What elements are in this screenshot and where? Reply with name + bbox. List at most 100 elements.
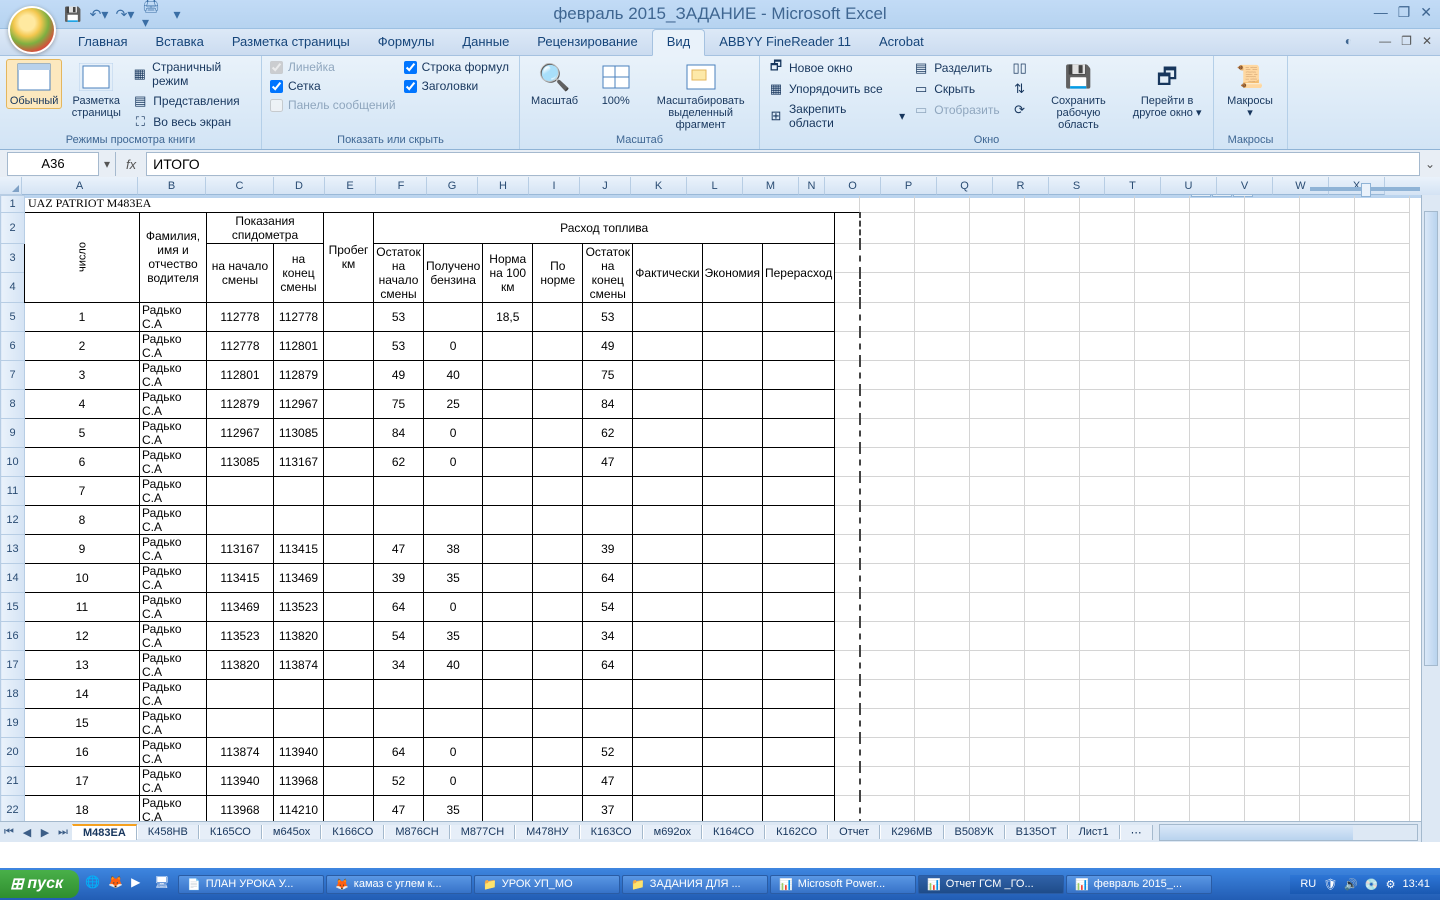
sheet-tab[interactable]: Отчет bbox=[828, 825, 880, 839]
col-header[interactable]: L bbox=[687, 177, 743, 195]
col-header[interactable]: S bbox=[1049, 177, 1105, 195]
tab-nav-first-icon[interactable]: ⏮ bbox=[0, 826, 18, 839]
view-page-layout-button[interactable]: Разметка страницы bbox=[66, 59, 126, 121]
ribbon-tab[interactable]: Вставка bbox=[141, 30, 217, 55]
col-header[interactable]: R bbox=[993, 177, 1049, 195]
ribbon-tab[interactable]: Главная bbox=[64, 30, 141, 55]
col-header[interactable]: E bbox=[325, 177, 376, 195]
col-header[interactable]: B bbox=[138, 177, 206, 195]
zoom-button[interactable]: 🔍Масштаб bbox=[526, 59, 583, 109]
formula-bar-checkbox[interactable]: Строка формул bbox=[402, 59, 511, 75]
qat-customize-icon[interactable]: ▾ bbox=[168, 5, 186, 23]
doc-close-icon[interactable]: ✕ bbox=[1422, 34, 1432, 48]
sheet-tab[interactable]: К458НВ bbox=[137, 825, 199, 839]
save-icon[interactable]: 💾 bbox=[64, 5, 82, 23]
sheet-tab[interactable]: К164СО bbox=[702, 825, 765, 839]
close-icon[interactable]: ✕ bbox=[1420, 4, 1432, 21]
desktop-icon[interactable]: 🖥 bbox=[154, 875, 172, 893]
full-screen-button[interactable]: ⛶Во весь экран bbox=[130, 113, 255, 131]
save-workspace-button[interactable]: 💾Сохранить рабочую область bbox=[1034, 59, 1124, 133]
player-icon[interactable]: ▶ bbox=[131, 875, 149, 893]
firefox-icon[interactable]: 🦊 bbox=[108, 875, 126, 893]
col-header[interactable]: J bbox=[580, 177, 631, 195]
ribbon-tab[interactable]: Рецензирование bbox=[523, 30, 651, 55]
taskbar-item[interactable]: 📁УРОК УП_МО bbox=[474, 875, 620, 894]
col-header[interactable]: N bbox=[799, 177, 825, 195]
fx-button[interactable]: fx bbox=[116, 157, 146, 172]
col-header[interactable]: A bbox=[22, 177, 138, 195]
sheet-tab[interactable]: Лист1 bbox=[1068, 825, 1120, 839]
col-header[interactable]: W bbox=[1273, 177, 1329, 195]
side-by-side-button[interactable]: ▯▯ bbox=[1010, 59, 1030, 77]
headings-checkbox[interactable]: Заголовки bbox=[402, 78, 511, 94]
ribbon-tab[interactable]: Разметка страницы bbox=[218, 30, 364, 55]
tab-nav-last-icon[interactable]: ⏭ bbox=[54, 826, 72, 839]
sheet-tab[interactable]: В135ОТ bbox=[1005, 825, 1068, 839]
sheet-tab[interactable]: М877СН bbox=[450, 825, 515, 839]
clock[interactable]: 13:41 bbox=[1402, 878, 1430, 890]
doc-minimize-icon[interactable]: ― bbox=[1379, 34, 1391, 48]
macros-button[interactable]: 📜Макросы▾ bbox=[1220, 59, 1280, 121]
redo-icon[interactable]: ↷▾ bbox=[116, 5, 134, 23]
select-all-button[interactable] bbox=[0, 177, 22, 195]
col-header[interactable]: O bbox=[825, 177, 881, 195]
name-box[interactable]: A36 bbox=[7, 152, 99, 176]
vertical-scrollbar[interactable] bbox=[1421, 195, 1440, 842]
sheet-tab[interactable]: м645ох bbox=[262, 825, 321, 839]
taskbar-item[interactable]: 📊Отчет ГСМ _ГО... bbox=[918, 875, 1064, 894]
col-header[interactable]: V bbox=[1217, 177, 1273, 195]
taskbar-item[interactable]: 📄ПЛАН УРОКА У... bbox=[178, 875, 324, 894]
tab-nav-next-icon[interactable]: ▶ bbox=[36, 826, 54, 839]
tab-nav-prev-icon[interactable]: ◀ bbox=[18, 826, 36, 839]
insert-sheet-icon[interactable]: ⋯ bbox=[1120, 825, 1153, 840]
col-header[interactable]: G bbox=[427, 177, 478, 195]
ribbon-tab[interactable]: Вид bbox=[652, 29, 706, 56]
hide-button[interactable]: ▭Скрыть bbox=[911, 80, 1001, 98]
sheet-tab[interactable]: М478НУ bbox=[515, 825, 579, 839]
col-header[interactable]: D bbox=[274, 177, 325, 195]
maximize-icon[interactable]: ❐ bbox=[1398, 4, 1411, 21]
col-header[interactable]: K bbox=[631, 177, 687, 195]
tray-icon[interactable]: 🔊 bbox=[1344, 878, 1358, 891]
sheet-tab[interactable]: В508УК bbox=[944, 825, 1005, 839]
zoom-to-selection-button[interactable]: Масштабировать выделенный фрагмент bbox=[648, 59, 753, 133]
view-normal-button[interactable]: Обычный bbox=[6, 59, 62, 109]
sheet-tab[interactable]: К165СО bbox=[199, 825, 262, 839]
sheet-tab[interactable]: М876СН bbox=[384, 825, 449, 839]
sheet-tab[interactable]: К166СО bbox=[321, 825, 384, 839]
lang-indicator[interactable]: RU bbox=[1300, 878, 1316, 890]
horizontal-scrollbar[interactable] bbox=[1159, 824, 1418, 841]
arrange-all-button[interactable]: ▦Упорядочить все bbox=[766, 80, 907, 98]
col-header[interactable]: M bbox=[743, 177, 799, 195]
sheet-tab[interactable]: м692ох bbox=[643, 825, 702, 839]
help-icon[interactable]: ◐ bbox=[1345, 34, 1352, 48]
tray-icon[interactable]: 💿 bbox=[1365, 878, 1379, 891]
reset-window-button[interactable]: ⟳ bbox=[1010, 101, 1030, 119]
col-header[interactable]: I bbox=[529, 177, 580, 195]
start-button[interactable]: ⊞пуск bbox=[0, 870, 79, 898]
doc-restore-icon[interactable]: ❐ bbox=[1401, 34, 1412, 48]
ribbon-tab[interactable]: ABBYY FineReader 11 bbox=[705, 30, 865, 55]
zoom-100-button[interactable]: 100% bbox=[587, 59, 644, 109]
ie-icon[interactable]: 🌐 bbox=[85, 875, 103, 893]
col-header[interactable]: X bbox=[1329, 177, 1385, 195]
col-header[interactable]: H bbox=[478, 177, 529, 195]
ribbon-tab[interactable]: Данные bbox=[448, 30, 523, 55]
freeze-panes-button[interactable]: ⊞Закрепить области ▾ bbox=[766, 101, 907, 131]
switch-windows-button[interactable]: 🗗Перейти в другое окно ▾ bbox=[1127, 59, 1207, 121]
taskbar-item[interactable]: 📊Microsoft Power... bbox=[770, 875, 916, 894]
zoom-slider[interactable] bbox=[1310, 187, 1420, 191]
taskbar-item[interactable]: 🦊камаз с углем к... bbox=[326, 875, 472, 894]
undo-icon[interactable]: ↶▾ bbox=[90, 5, 108, 23]
sheet-tab[interactable]: К163СО bbox=[580, 825, 643, 839]
taskbar-item[interactable]: 📁ЗАДАНИЯ ДЛЯ ... bbox=[622, 875, 768, 894]
page-break-preview-button[interactable]: ▦Страничный режим bbox=[130, 59, 255, 89]
split-button[interactable]: ▤Разделить bbox=[911, 59, 1001, 77]
ribbon-tab[interactable]: Формулы bbox=[364, 30, 449, 55]
col-header[interactable]: T bbox=[1105, 177, 1161, 195]
minimize-icon[interactable]: ― bbox=[1374, 4, 1388, 21]
ribbon-tab[interactable]: Acrobat bbox=[865, 30, 938, 55]
name-box-dropdown-icon[interactable]: ▾ bbox=[99, 152, 116, 176]
col-header[interactable]: U bbox=[1161, 177, 1217, 195]
custom-views-button[interactable]: ▤Представления bbox=[130, 92, 255, 110]
